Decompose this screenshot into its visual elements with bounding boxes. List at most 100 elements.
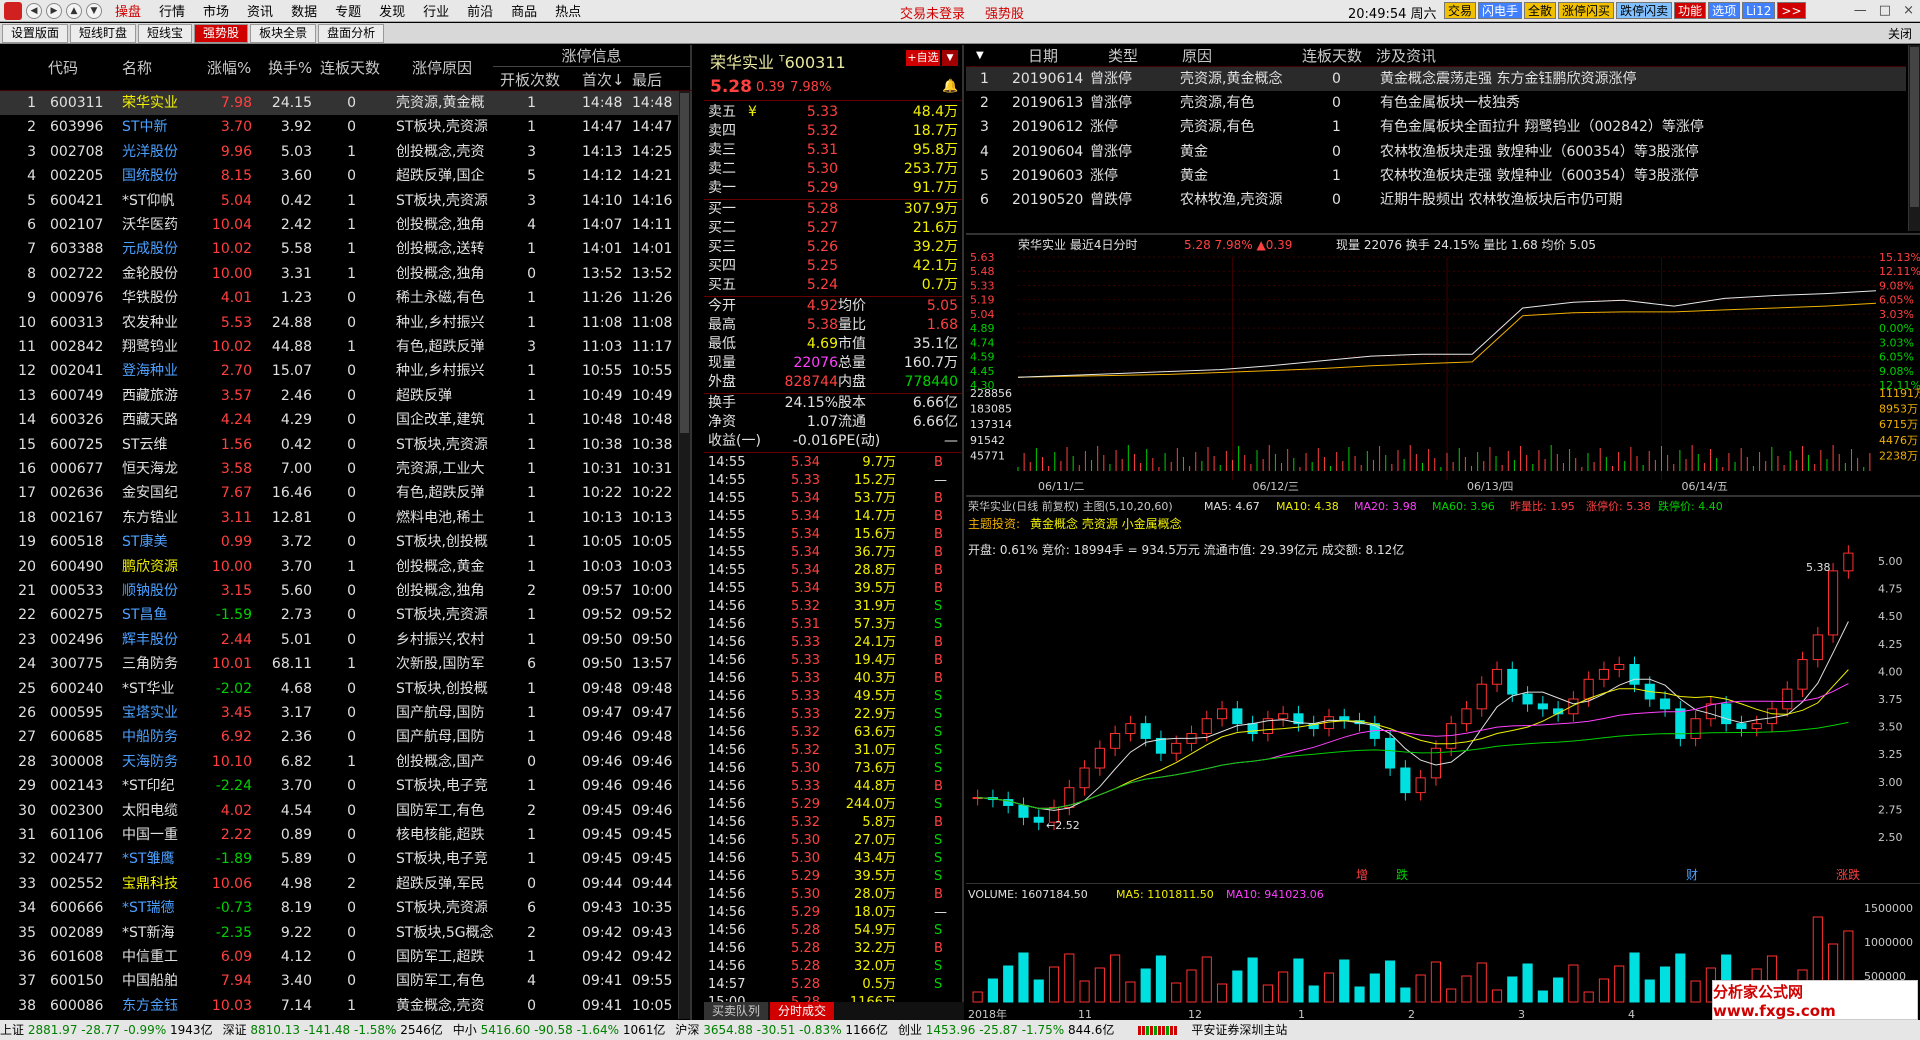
col-change[interactable]: 涨幅% — [207, 57, 251, 78]
tab-strong-stocks[interactable]: 强势股 — [194, 23, 249, 43]
col-streak[interactable]: 连板天数 — [320, 57, 380, 78]
table-row[interactable]: 27 600685 中船防务 6.92 2.36 0 国产航母,国防 1 09:46 09:48 — [0, 725, 692, 749]
up-icon[interactable]: ▲ — [66, 2, 82, 19]
col-type[interactable]: 类型 — [1108, 45, 1138, 67]
col-name[interactable]: 名称 — [122, 57, 152, 78]
table-row[interactable]: 38 600086 东方金钰 10.03 7.14 1 黄金概念,壳资 0 09:41 10:05 — [0, 994, 692, 1018]
flash-hand-button[interactable]: 闪电手 — [1478, 2, 1523, 19]
history-row[interactable]: 6 20190520 曾跌停 农林牧渔,壳资源 0 近期牛股频出 农林牧渔板块后市仍可期 — [966, 188, 1906, 212]
trade-button[interactable]: 交易 — [1444, 2, 1477, 19]
col-reason[interactable]: 原因 — [1182, 45, 1212, 67]
table-row[interactable]: 22 600275 ST昌鱼 -1.59 2.73 0 ST板块,壳资源 1 09:52 09:5… — [0, 603, 692, 627]
col-streak[interactable]: 连板天数 — [1302, 45, 1362, 67]
tab-layout[interactable]: 设置版面 — [2, 23, 69, 43]
table-row[interactable]: 11 002842 翔鹭钨业 10.02 44.88 1 有色,超跌反弹 3 11:03 11:1… — [0, 335, 692, 359]
history-row[interactable]: 2 20190613 曾涨停 壳资源,有色 0 有色金属板块一枝独秀 — [966, 91, 1906, 115]
trade-login-status[interactable]: 交易未登录 — [900, 3, 965, 22]
menu-item[interactable]: 数据 — [291, 1, 317, 20]
table-row[interactable]: 24 300775 三角防务 10.01 68.11 1 次新股,国防军 6 09:50 13:5… — [0, 652, 692, 676]
minimize-icon[interactable]: — — [1854, 3, 1867, 18]
table-row[interactable]: 21 000533 顺钠股份 3.15 5.60 0 创投概念,独角 2 09:57 10:00 — [0, 579, 692, 603]
function-button[interactable]: 功能 — [1674, 2, 1707, 19]
kline-chart[interactable]: 荣华实业(日线 前复权) 主图(5,10,20,60) MA5: 4.67 MA10… — [966, 495, 1920, 883]
table-row[interactable]: 12 002041 登海种业 2.70 15.07 0 种业,乡村振兴 1 10:55 10:55 — [0, 359, 692, 383]
add-watchlist-button[interactable]: +自选 — [906, 50, 940, 66]
table-row[interactable]: 7 603388 元成股份 10.02 5.58 1 创投概念,送转 1 14:01 14:01 — [0, 237, 692, 261]
options-button[interactable]: 选项 — [1708, 2, 1741, 19]
menu-item[interactable]: 商品 — [511, 1, 537, 20]
close-panel-button[interactable]: 关闭 — [1888, 25, 1912, 42]
table-row[interactable]: 33 002552 宝鼎科技 10.06 4.98 2 超跌反弹,军民 0 09:44 09:44 — [0, 872, 692, 896]
scroll-thumb[interactable] — [1910, 47, 1919, 207]
table-row[interactable]: 14 600326 西藏天路 4.24 4.29 0 国企改革,建筑 1 10:48 10:48 — [0, 408, 692, 432]
col-code[interactable]: 代码 — [48, 57, 78, 78]
maximize-icon[interactable]: □ — [1879, 3, 1891, 18]
col-turnover[interactable]: 换手% — [268, 57, 312, 78]
close-icon[interactable]: × — [1903, 3, 1914, 18]
menu-item[interactable]: 行业 — [423, 1, 449, 20]
table-row[interactable]: 31 601106 中国一重 2.22 0.89 0 核电核能,超跌 1 09:45 09:45 — [0, 823, 692, 847]
menu-item[interactable]: 行情 — [159, 1, 185, 20]
menu-item[interactable]: 热点 — [555, 1, 581, 20]
table-row[interactable]: 16 000677 恒天海龙 3.58 7.00 0 壳资源,工业大 1 10:31 10:31 — [0, 457, 692, 481]
table-row[interactable]: 13 600749 西藏旅游 3.57 2.46 0 超跌反弹 1 10:49 10:49 — [0, 384, 692, 408]
table-row[interactable]: 30 002300 太阳电缆 4.02 4.54 0 国防军工,有色 2 09:45 09:46 — [0, 799, 692, 823]
back-icon[interactable]: ◀ — [26, 2, 42, 19]
col-date[interactable]: 日期 — [1028, 45, 1058, 67]
limit-sell-button[interactable]: 跌停闪卖 — [1616, 2, 1673, 19]
more-button[interactable]: >> — [1777, 2, 1806, 19]
history-row[interactable]: 4 20190604 曾涨停 黄金 0 农林牧渔板块走强 敦煌种业（600354）等3股涨… — [966, 140, 1906, 164]
history-row[interactable]: 5 20190603 涨停 黄金 1 农林牧渔板块走强 敦煌种业（600354）等3股涨停 — [966, 164, 1906, 188]
tab-short-watch[interactable]: 短线盯盘 — [70, 23, 137, 43]
col-first[interactable]: 首次↓ — [582, 69, 625, 90]
intraday-chart[interactable]: 荣华实业 最近4日分时 5.28 7.98% ▲0.39 现量 22076 换手 2… — [966, 233, 1920, 495]
table-row[interactable]: 26 000595 宝塔实业 3.45 3.17 0 国产航母,国防 1 09:47 09:47 — [0, 701, 692, 725]
table-row[interactable]: 35 002089 *ST新海 -2.35 9.22 0 ST板块,5G概念 2 09:42 09… — [0, 921, 692, 945]
history-row[interactable]: 3 20190612 涨停 壳资源,有色 1 有色金属板块全面拉升 翔鹭钨业（002842… — [966, 115, 1906, 139]
chevron-down-icon[interactable]: ▼ — [942, 50, 958, 66]
table-row[interactable]: 28 300008 天海防务 10.10 6.82 1 创投概念,国产 0 09:46 09:46 — [0, 750, 692, 774]
table-row[interactable]: 2 603996 ST中新 3.70 3.92 0 ST板块,壳资源 1 14:47 14:47 — [0, 115, 692, 139]
table-row[interactable]: 5 600421 *ST仰帆 5.04 0.42 1 ST板块,壳资源 3 14:10 14:16 — [0, 189, 692, 213]
menu-item[interactable]: 前沿 — [467, 1, 493, 20]
table-row[interactable]: 20 600490 鹏欣资源 10.00 3.70 1 创投概念,黄金 1 10:03 10:03 — [0, 555, 692, 579]
table-scrollbar[interactable] — [678, 91, 690, 1019]
table-row[interactable]: 1 600311 荣华实业 7.98 24.15 0 壳资源,黄金概 1 14:48 14:48 — [0, 91, 692, 115]
table-row[interactable]: 37 600150 中国船舶 7.94 3.40 0 国防军工,有色 4 09:41 09:55 — [0, 969, 692, 993]
forward-icon[interactable]: ▶ — [46, 2, 62, 19]
chevron-down-icon[interactable]: ▼ — [976, 45, 984, 67]
menu-item[interactable]: 市场 — [203, 1, 229, 20]
col-open-count[interactable]: 开板次数 — [500, 69, 560, 90]
scroll-thumb[interactable] — [680, 93, 689, 433]
table-row[interactable]: 8 002722 金轮股份 10.00 3.31 1 创投概念,独角 0 13:52 13:52 — [0, 262, 692, 286]
tab-sector-panorama[interactable]: 板块全景 — [250, 23, 317, 43]
bell-icon[interactable]: 🔔 — [942, 79, 958, 94]
col-news[interactable]: 涉及资讯 — [1376, 45, 1436, 67]
table-row[interactable]: 10 600313 农发种业 5.53 24.88 0 种业,乡村振兴 1 11:08 11:08 — [0, 311, 692, 335]
strong-stock-title[interactable]: 强势股 — [985, 3, 1024, 22]
col-last[interactable]: 最后 — [632, 69, 662, 90]
table-row[interactable]: 36 601608 中信重工 6.09 4.12 0 国防军工,超跌 1 09:42 09:42 — [0, 945, 692, 969]
table-row[interactable]: 19 600518 ST康美 0.99 3.72 0 ST板块,创投概 1 10:05 10:05 — [0, 530, 692, 554]
limit-buy-button[interactable]: 涨停闪买 — [1558, 2, 1615, 19]
table-row[interactable]: 6 002107 沃华医药 10.04 2.42 1 创投概念,独角 4 14:07 14:11 — [0, 213, 692, 237]
history-row[interactable]: 1 20190614 曾涨停 壳资源,黄金概念 0 黄金概念震荡走强 东方金钰鹏欣资源涨停 — [966, 67, 1906, 91]
tab-market-analysis[interactable]: 盘面分析 — [318, 23, 385, 43]
tab-short-treasure[interactable]: 短线宝 — [138, 23, 193, 43]
menu-item[interactable]: 发现 — [379, 1, 405, 20]
table-row[interactable]: 34 600666 *ST瑞德 -0.73 8.19 0 ST板块,壳资源 6 09:43 10:… — [0, 896, 692, 920]
table-row[interactable]: 4 002205 国统股份 8.15 3.60 0 超跌反弹,国企 5 14:12 14:21 — [0, 164, 692, 188]
all-button[interactable]: 全散 — [1524, 2, 1557, 19]
tab-time-sales[interactable]: 分时成交 — [770, 1002, 835, 1020]
menu-trade[interactable]: 操盘 — [115, 1, 141, 20]
col-reason[interactable]: 涨停原因 — [412, 57, 472, 78]
table-row[interactable]: 29 002143 *ST印纪 -2.24 3.70 0 ST板块,电子竞 1 09:46 09:… — [0, 774, 692, 798]
tab-order-queue[interactable]: 买卖队列 — [704, 1002, 769, 1020]
table-row[interactable]: 17 002636 金安国纪 7.67 16.46 0 有色,超跌反弹 1 10:22 10:22 — [0, 481, 692, 505]
table-row[interactable]: 32 002477 *ST雏鹰 -1.89 5.89 0 ST板块,电子竞 1 09:45 09:… — [0, 847, 692, 871]
table-row[interactable]: 15 600725 ST云维 1.56 0.42 0 ST板块,壳资源 1 10:38 10:38 — [0, 433, 692, 457]
table-row[interactable]: 23 002496 辉丰股份 2.44 5.01 0 乡村振兴,农村 1 09:50 09:50 — [0, 628, 692, 652]
table-row[interactable]: 9 000976 华铁股份 4.01 1.23 0 稀土永磁,有色 1 11:26 11:26 — [0, 286, 692, 310]
menu-item[interactable]: 资讯 — [247, 1, 273, 20]
down-icon[interactable]: ▼ — [86, 2, 102, 19]
